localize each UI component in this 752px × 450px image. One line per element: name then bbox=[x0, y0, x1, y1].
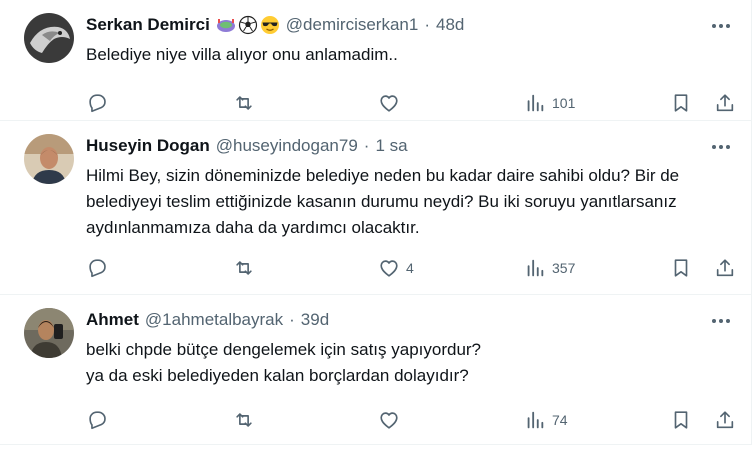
like-count: 4 bbox=[406, 260, 414, 276]
views-button[interactable]: 357 bbox=[524, 257, 575, 279]
bookmark-icon bbox=[674, 411, 688, 429]
avatar[interactable] bbox=[24, 134, 74, 184]
reply-icon bbox=[89, 411, 106, 430]
author-name[interactable]: Serkan Demirci bbox=[86, 15, 210, 35]
post-time[interactable]: 48d bbox=[436, 15, 464, 35]
like-button[interactable] bbox=[378, 409, 406, 431]
tweet-huseyin[interactable]: Huseyin Dogan @huseyindogan79 · 1 sa Hil… bbox=[0, 121, 751, 295]
views-chart-icon bbox=[527, 94, 544, 112]
more-options-button[interactable] bbox=[709, 135, 733, 159]
bookmark-button[interactable] bbox=[670, 92, 692, 114]
share-icon bbox=[716, 94, 734, 112]
reply-feed: Serkan Demirci @demirciserkan1 · 48d Bel… bbox=[0, 0, 752, 445]
separator-dot: · bbox=[424, 15, 430, 34]
view-count: 74 bbox=[552, 412, 568, 428]
heart-icon bbox=[380, 412, 398, 429]
more-dots-icon bbox=[712, 145, 730, 149]
like-button[interactable]: 4 bbox=[378, 257, 414, 279]
bookmark-icon bbox=[674, 259, 688, 277]
author-name[interactable]: Huseyin Dogan bbox=[86, 136, 210, 156]
author-handle[interactable]: @demirciserkan1 bbox=[286, 15, 419, 35]
share-button[interactable] bbox=[714, 92, 736, 114]
bookmark-button[interactable] bbox=[670, 409, 692, 431]
more-options-button[interactable] bbox=[709, 14, 733, 38]
share-button[interactable] bbox=[714, 257, 736, 279]
tweet-ahmet[interactable]: Ahmet @1ahmetalbayrak · 39d belki chpde … bbox=[0, 295, 751, 445]
reply-button[interactable] bbox=[86, 409, 108, 431]
author-handle[interactable]: @huseyindogan79 bbox=[216, 136, 358, 156]
repost-button[interactable] bbox=[233, 257, 255, 279]
repost-button[interactable] bbox=[233, 92, 255, 114]
reply-button[interactable] bbox=[86, 257, 108, 279]
bookmark-icon bbox=[674, 94, 688, 112]
avatar[interactable] bbox=[24, 308, 74, 358]
tweet-serkan[interactable]: Serkan Demirci @demirciserkan1 · 48d Bel… bbox=[0, 0, 751, 121]
views-chart-icon bbox=[527, 259, 544, 277]
view-count: 357 bbox=[552, 260, 576, 276]
repost-icon bbox=[236, 261, 252, 275]
share-icon bbox=[716, 411, 734, 429]
more-dots-icon bbox=[712, 319, 730, 323]
repost-icon bbox=[236, 413, 252, 427]
separator-dot: · bbox=[289, 310, 295, 329]
heart-icon bbox=[380, 95, 398, 112]
repost-icon bbox=[236, 96, 252, 110]
views-chart-icon bbox=[527, 411, 544, 429]
action-bar: 4 357 bbox=[86, 245, 735, 291]
repost-button[interactable] bbox=[233, 409, 255, 431]
post-time[interactable]: 39d bbox=[301, 310, 329, 330]
author-handle[interactable]: @1ahmetalbayrak bbox=[145, 310, 283, 330]
more-options-button[interactable] bbox=[709, 309, 733, 333]
action-bar: 101 bbox=[86, 80, 735, 126]
views-button[interactable]: 101 bbox=[524, 92, 575, 114]
bookmark-button[interactable] bbox=[670, 257, 692, 279]
post-time[interactable]: 1 sa bbox=[375, 136, 407, 156]
reply-icon bbox=[89, 259, 106, 278]
stadium-emoji-icon bbox=[216, 19, 235, 32]
views-button[interactable]: 74 bbox=[524, 409, 568, 431]
post-text: Hilmi Bey, sizin döneminizde belediye ne… bbox=[86, 166, 680, 237]
soccer-ball-emoji-icon bbox=[238, 15, 257, 35]
separator-dot: · bbox=[363, 136, 370, 155]
author-name[interactable]: Ahmet bbox=[86, 310, 139, 330]
reply-icon bbox=[89, 94, 106, 113]
share-button[interactable] bbox=[714, 409, 736, 431]
share-icon bbox=[716, 259, 734, 277]
reply-button[interactable] bbox=[86, 92, 108, 114]
view-count: 101 bbox=[552, 95, 576, 111]
action-bar: 74 bbox=[86, 397, 735, 443]
avatar[interactable] bbox=[24, 13, 74, 63]
more-dots-icon bbox=[712, 24, 730, 28]
post-text: belki chpde bütçe dengelemek için satış … bbox=[86, 340, 482, 385]
sunglasses-emoji-icon bbox=[260, 16, 279, 34]
like-button[interactable] bbox=[378, 92, 406, 114]
name-emojis bbox=[216, 15, 280, 35]
post-text: Belediye niye villa alıyor onu anlamadim… bbox=[86, 45, 398, 64]
heart-icon bbox=[380, 260, 398, 277]
